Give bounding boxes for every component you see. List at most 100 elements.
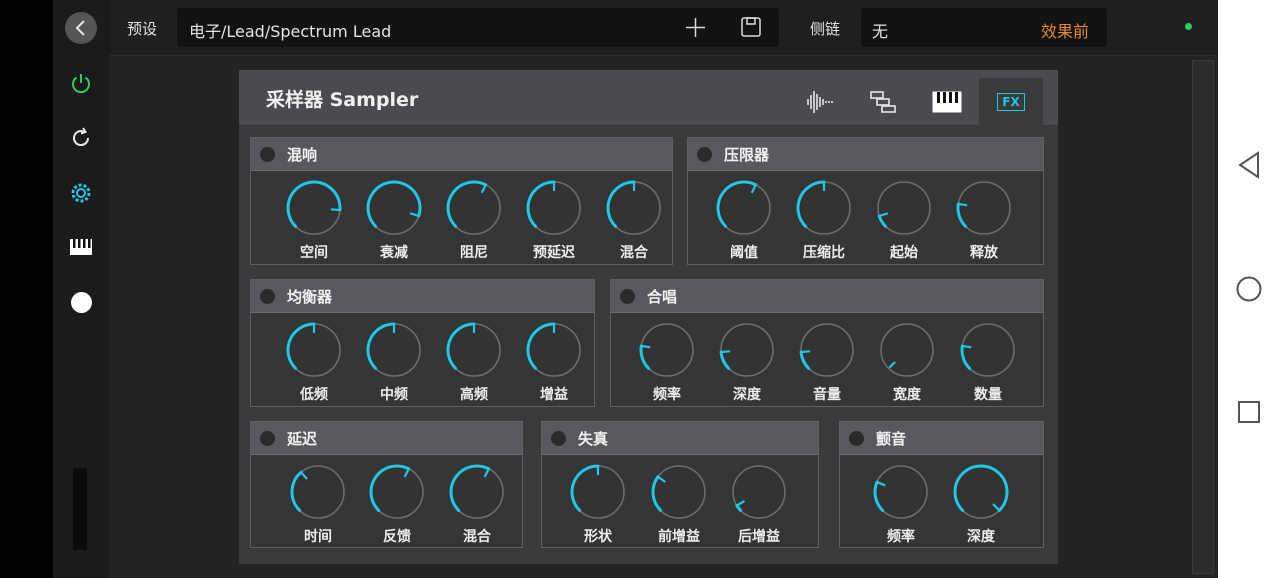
- knob-label: 音量: [813, 387, 841, 403]
- settings-button[interactable]: [53, 173, 109, 213]
- preset-field[interactable]: 电子/Lead/Spectrum Lead: [177, 8, 779, 47]
- tab-routing[interactable]: [859, 78, 907, 125]
- knob-indicator: [801, 350, 811, 354]
- reverb-knob[interactable]: 阻尼: [434, 180, 514, 264]
- reverb-knob[interactable]: 预延迟: [514, 180, 594, 264]
- home-circle-icon[interactable]: [1236, 276, 1262, 302]
- chorus-knob[interactable]: 深度: [707, 322, 787, 406]
- eq-enable-toggle[interactable]: [260, 289, 275, 304]
- limiter-knob[interactable]: 释放: [944, 180, 1024, 264]
- chorus-panel-header: 合唱: [611, 280, 1043, 313]
- distortion-enable-toggle[interactable]: [551, 431, 566, 446]
- preset-value: 电子/Lead/Spectrum Lead: [189, 22, 392, 41]
- eq-knob[interactable]: 低频: [274, 322, 354, 406]
- knob-indicator: [642, 345, 651, 349]
- knob-dial[interactable]: [953, 464, 1009, 520]
- distortion-knob[interactable]: 形状: [558, 464, 638, 548]
- sidechain-select[interactable]: 无 效果前: [861, 8, 1107, 47]
- scrollbar[interactable]: [1192, 60, 1214, 574]
- eq-knob[interactable]: 增益: [514, 322, 594, 406]
- plugin-title: 采样器 Sampler: [266, 89, 419, 111]
- knob-dial[interactable]: [873, 464, 929, 520]
- delay-knob[interactable]: 反馈: [357, 464, 437, 548]
- knob-dial[interactable]: [719, 322, 775, 378]
- limiter-knob[interactable]: 阈值: [704, 180, 784, 264]
- refresh-button[interactable]: [53, 118, 109, 158]
- knob-dial[interactable]: [731, 464, 787, 520]
- sidechain-mode[interactable]: 效果前: [1041, 18, 1089, 42]
- knob-label: 前增益: [658, 529, 700, 545]
- knob-dial[interactable]: [879, 322, 935, 378]
- knob-label: 空间: [300, 245, 328, 261]
- reverb-knob[interactable]: 空间: [274, 180, 354, 264]
- delay-knob[interactable]: 混合: [437, 464, 517, 548]
- knob-dial[interactable]: [639, 322, 695, 378]
- chorus-knob[interactable]: 频率: [627, 322, 707, 406]
- settings-gear-icon: [71, 183, 91, 203]
- limiter-enable-toggle[interactable]: [697, 147, 712, 162]
- knob-dial[interactable]: [956, 180, 1012, 236]
- knob-dial[interactable]: [799, 322, 855, 378]
- knob-dial[interactable]: [286, 322, 342, 378]
- limiter-knob[interactable]: 起始: [864, 180, 944, 264]
- distortion-knob[interactable]: 后增益: [719, 464, 799, 548]
- knob-dial[interactable]: [796, 180, 852, 236]
- tab-fx[interactable]: FX: [979, 78, 1043, 125]
- eq-knob[interactable]: 高频: [434, 322, 514, 406]
- record-button[interactable]: [53, 282, 109, 322]
- knob-dial[interactable]: [449, 464, 505, 520]
- chorus-enable-toggle[interactable]: [620, 289, 635, 304]
- sampler-plugin-window: 采样器 Sampler FX 混响 空间 衰减 阻尼 预延迟 混合 压限器 阈值…: [239, 70, 1058, 564]
- chorus-knob[interactable]: 音量: [787, 322, 867, 406]
- delay-enable-toggle[interactable]: [260, 431, 275, 446]
- chorus-knob[interactable]: 数量: [948, 322, 1028, 406]
- delay-knob[interactable]: 时间: [278, 464, 358, 548]
- knob-dial[interactable]: [366, 322, 422, 378]
- knob-dial[interactable]: [446, 322, 502, 378]
- reverb-enable-toggle[interactable]: [260, 147, 275, 162]
- status-dot: [1185, 23, 1192, 30]
- knob-dial[interactable]: [286, 180, 342, 236]
- knob-dial[interactable]: [446, 180, 502, 236]
- refresh-icon: [73, 127, 90, 147]
- back-triangle-icon[interactable]: [1237, 151, 1261, 179]
- back-button[interactable]: [53, 8, 109, 48]
- eq-knob[interactable]: 中频: [354, 322, 434, 406]
- chorus-panel: 合唱频率 深度 音量 宽度 数量: [610, 279, 1044, 407]
- android-nav-bar: [1218, 0, 1279, 578]
- limiter-knob[interactable]: 压缩比: [784, 180, 864, 264]
- knob-dial[interactable]: [570, 464, 626, 520]
- knob-dial[interactable]: [960, 322, 1016, 378]
- knob-dial[interactable]: [651, 464, 707, 520]
- distortion-knob[interactable]: 前增益: [639, 464, 719, 548]
- keyboard-button[interactable]: [53, 227, 109, 267]
- knob-dial[interactable]: [366, 180, 422, 236]
- knob-indicator: [959, 203, 968, 207]
- power-button[interactable]: [53, 63, 109, 103]
- knob-label: 后增益: [738, 529, 780, 545]
- knob-dial[interactable]: [526, 180, 582, 236]
- tab-keyboard[interactable]: [924, 78, 970, 125]
- knob-label: 高频: [460, 387, 488, 403]
- reverb-knob[interactable]: 混合: [594, 180, 674, 264]
- knob-dial[interactable]: [606, 180, 662, 236]
- knob-dial[interactable]: [290, 464, 346, 520]
- tremolo-knob[interactable]: 频率: [861, 464, 941, 548]
- knob-dial[interactable]: [876, 180, 932, 236]
- power-icon: [72, 74, 90, 94]
- add-preset-icon[interactable]: [686, 18, 705, 37]
- knob-dial[interactable]: [369, 464, 425, 520]
- tremolo-knob[interactable]: 深度: [941, 464, 1021, 548]
- recents-square-icon[interactable]: [1237, 400, 1261, 424]
- knob-label: 反馈: [383, 529, 411, 545]
- knob-dial[interactable]: [526, 322, 582, 378]
- reverb-knob[interactable]: 衰减: [354, 180, 434, 264]
- knob-dial[interactable]: [716, 180, 772, 236]
- chorus-knob[interactable]: 宽度: [867, 322, 947, 406]
- tremolo-enable-toggle[interactable]: [849, 431, 864, 446]
- limiter-panel-header: 压限器: [688, 138, 1043, 171]
- save-preset-icon[interactable]: [741, 17, 761, 37]
- limiter-panel-title: 压限器: [724, 146, 770, 164]
- tab-waveform[interactable]: [798, 78, 842, 125]
- tremolo-panel-title: 颤音: [876, 430, 907, 448]
